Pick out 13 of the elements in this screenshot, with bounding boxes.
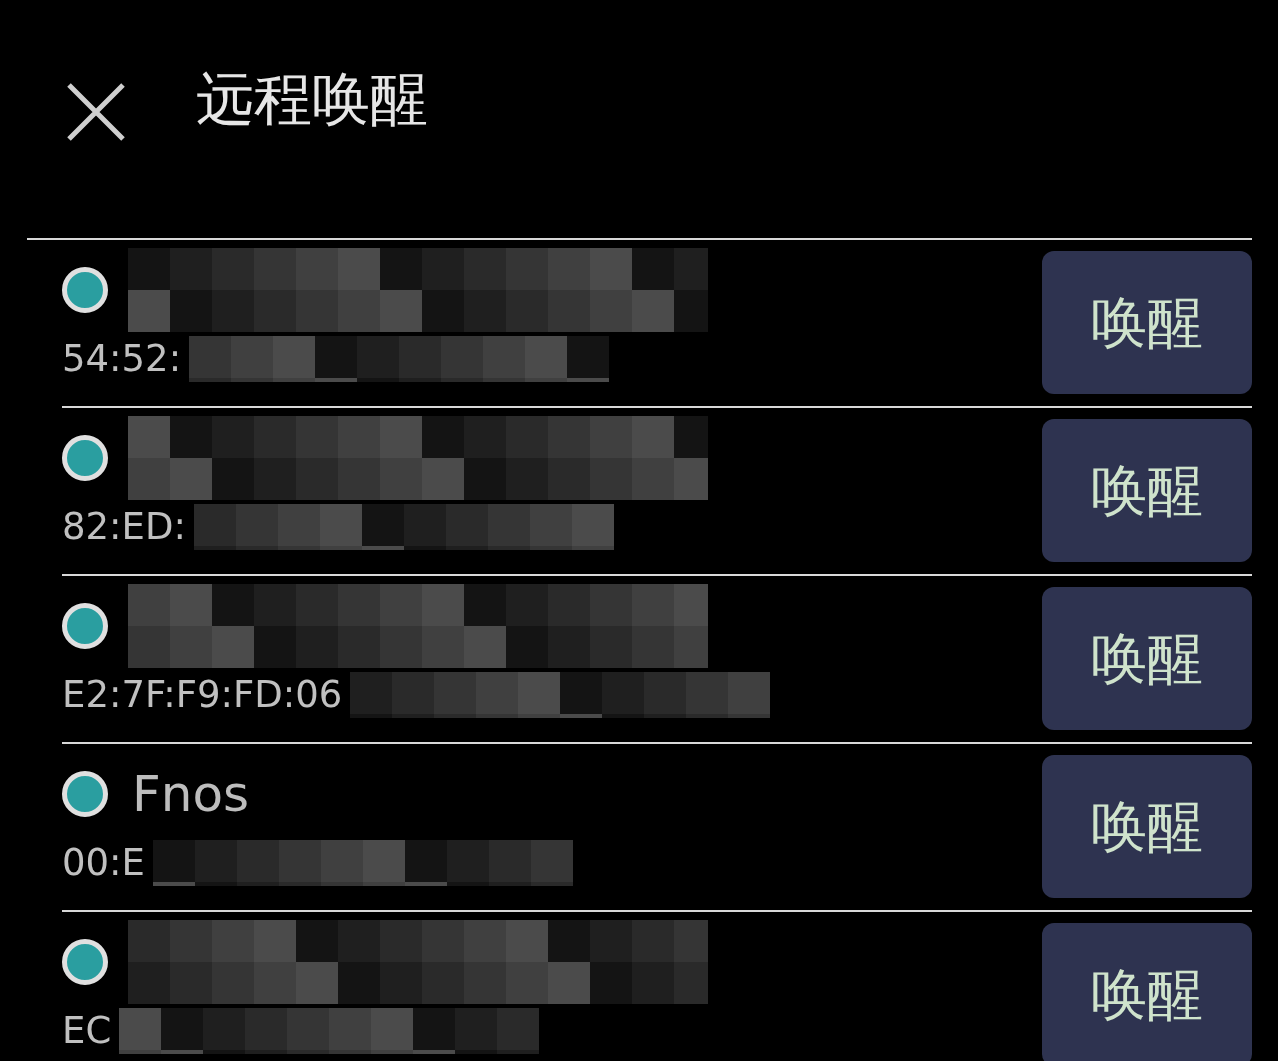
wake-button[interactable]: 唤醒 [1042, 419, 1252, 562]
page-title: 远程唤醒 [196, 70, 428, 128]
mac-address: EC [62, 1008, 112, 1054]
mac-address: 54:52: [62, 336, 182, 382]
device-name: Fnos [132, 764, 250, 824]
wake-button[interactable]: 唤醒 [1042, 755, 1252, 898]
close-icon[interactable] [66, 82, 126, 142]
mac-address: 00:E [62, 840, 145, 886]
wake-button[interactable]: 唤醒 [1042, 251, 1252, 394]
wake-button[interactable]: 唤醒 [1042, 923, 1252, 1061]
mac-address: E2:7F:F9:FD:06 [62, 672, 343, 718]
mac-address: 82:ED: [62, 504, 186, 550]
wake-button[interactable]: 唤醒 [1042, 587, 1252, 730]
